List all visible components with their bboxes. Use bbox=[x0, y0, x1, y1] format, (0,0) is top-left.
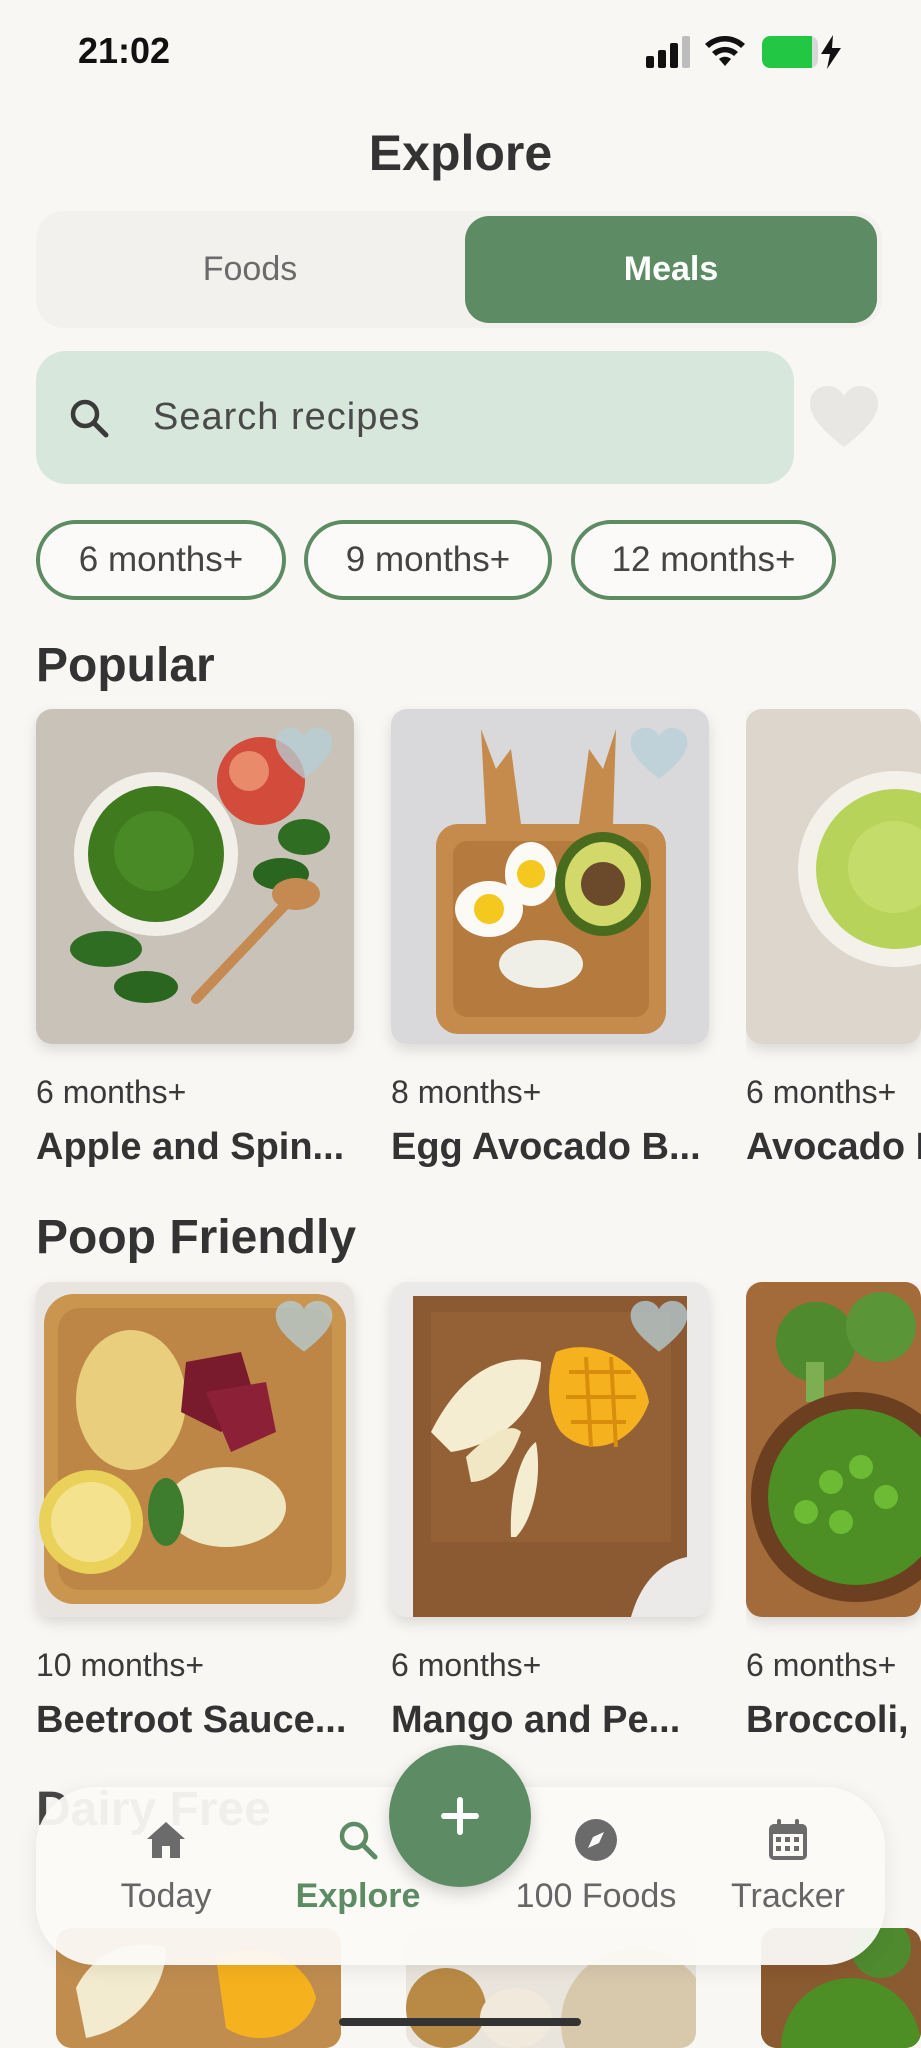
cellular-signal-icon bbox=[646, 36, 692, 68]
nav-label-today: Today bbox=[120, 1877, 212, 1915]
section-title-popular: Popular bbox=[36, 639, 215, 692]
nav-label-explore: Explore bbox=[295, 1877, 421, 1915]
tab-foods[interactable]: Foods bbox=[41, 216, 459, 323]
calendar-icon bbox=[769, 1819, 807, 1860]
chip-12-months[interactable]: 12 months+ bbox=[571, 520, 836, 600]
recipe-image bbox=[746, 1282, 921, 1617]
recipe-name: Apple and Spin... bbox=[36, 1126, 345, 1168]
nav-today[interactable]: Today bbox=[66, 1817, 266, 1916]
section-title-poop-friendly: Poop Friendly bbox=[36, 1211, 357, 1264]
favorite-heart-icon[interactable] bbox=[629, 1300, 689, 1355]
plus-icon bbox=[441, 1797, 479, 1835]
recipe-age: 6 months+ bbox=[391, 1647, 542, 1683]
recipe-card[interactable]: 6 months+ Avocado I bbox=[746, 709, 921, 1179]
battery-icon bbox=[762, 36, 818, 68]
favorite-heart-icon[interactable] bbox=[629, 727, 689, 782]
recipe-name: Beetroot Sauce... bbox=[36, 1699, 347, 1741]
favorite-heart-icon[interactable] bbox=[274, 727, 334, 782]
tab-meals[interactable]: Meals bbox=[465, 216, 877, 323]
search-input[interactable]: Search recipes bbox=[36, 351, 794, 484]
recipe-card[interactable]: 6 months+ Broccoli, I bbox=[746, 1282, 921, 1752]
nav-label-tracker: Tracker bbox=[731, 1877, 845, 1915]
chip-6-months[interactable]: 6 months+ bbox=[36, 520, 286, 600]
favorites-heart-icon[interactable] bbox=[808, 385, 880, 451]
recipe-age: 6 months+ bbox=[746, 1074, 897, 1110]
recipe-name: Avocado I bbox=[746, 1126, 921, 1168]
wifi-icon bbox=[705, 36, 745, 66]
recipe-age: 6 months+ bbox=[36, 1074, 187, 1110]
chip-9-months[interactable]: 9 months+ bbox=[304, 520, 552, 600]
add-button[interactable] bbox=[389, 1745, 531, 1887]
recipe-age: 10 months+ bbox=[36, 1647, 205, 1683]
nav-label-100-foods: 100 Foods bbox=[515, 1877, 677, 1915]
recipe-image bbox=[746, 709, 921, 1044]
home-indicator bbox=[339, 2018, 581, 2026]
home-icon bbox=[147, 1822, 185, 1858]
charging-bolt-icon bbox=[821, 35, 841, 69]
search-placeholder: Search recipes bbox=[153, 396, 421, 438]
foods-meals-toggle: Foods Meals bbox=[36, 211, 882, 328]
recipe-age: 8 months+ bbox=[391, 1074, 542, 1110]
favorite-heart-icon[interactable] bbox=[274, 1300, 334, 1355]
nav-tracker[interactable]: Tracker bbox=[688, 1817, 888, 1916]
recipe-name: Mango and Pe... bbox=[391, 1699, 681, 1741]
compass-icon bbox=[575, 1819, 617, 1861]
recipe-age: 6 months+ bbox=[746, 1647, 897, 1683]
status-bar: 21:02 bbox=[0, 0, 921, 105]
recipe-name: Broccoli, I bbox=[746, 1699, 921, 1741]
search-icon bbox=[339, 1821, 378, 1860]
search-icon bbox=[70, 399, 109, 438]
recipe-name: Egg Avocado B... bbox=[391, 1126, 701, 1168]
status-time: 21:02 bbox=[78, 30, 171, 71]
page-title: Explore bbox=[368, 125, 553, 181]
